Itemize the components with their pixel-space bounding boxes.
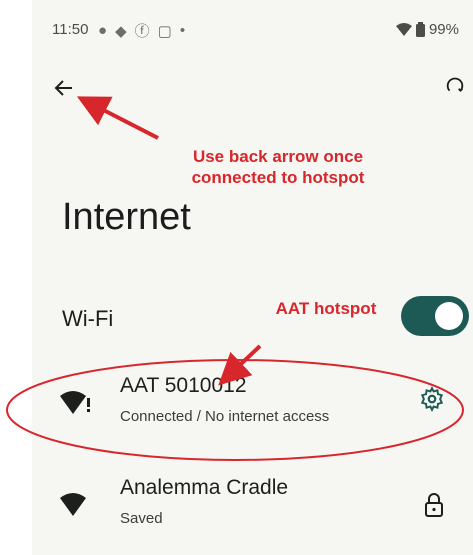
annotation-arrow-back bbox=[76, 96, 159, 140]
annotation-overlay bbox=[6, 96, 464, 461]
annotation-arrow-hotspot bbox=[218, 344, 262, 386]
annotation-ellipse bbox=[6, 359, 464, 461]
